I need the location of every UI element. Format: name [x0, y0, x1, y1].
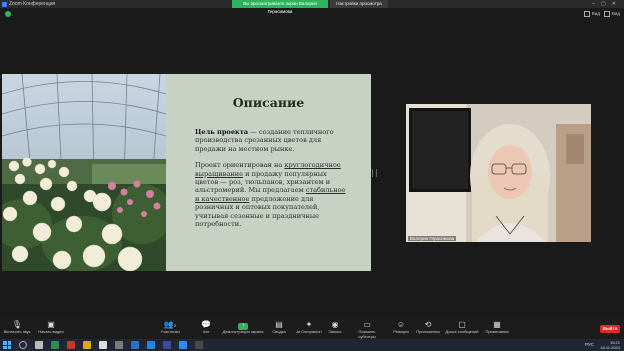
slide-paragraph-description: Проект ориентирован на круглогодичное вы… — [195, 161, 347, 228]
notes-icon: ▦ — [493, 320, 501, 329]
mic-label: Включить звук — [3, 329, 31, 334]
reactions-label: Реакции — [393, 329, 409, 334]
notes-label: Примечания — [485, 329, 509, 334]
greenhouse-roses-photo — [2, 74, 166, 271]
share-screen-button[interactable]: ↑ Демонстрация экрана — [222, 320, 264, 334]
goal-heading: Цель проекта — [195, 128, 249, 136]
share-label: Демонстрация экрана — [222, 329, 264, 334]
mic-button[interactable]: 🎙 Включить звук — [0, 320, 34, 334]
window-controls[interactable]: –▢✕ — [592, 0, 622, 8]
gallery-icon — [603, 11, 610, 17]
app-icon-3[interactable] — [99, 341, 107, 349]
browser-icon[interactable] — [147, 341, 155, 349]
record-icon: ◉ — [331, 320, 339, 329]
record-button[interactable]: ◉ Запись — [318, 320, 352, 334]
app-icon-1[interactable] — [51, 341, 59, 349]
description-part-1: Проект ориентирован на — [195, 161, 285, 170]
language-indicator[interactable]: РУС — [585, 342, 594, 347]
summary-label: Сводка — [272, 329, 286, 334]
window-titlebar: Zoom Конференция Вы просматриваете экран… — [0, 0, 624, 14]
view-settings-button[interactable]: Настройки просмотра — [330, 0, 388, 8]
clock-date: 18.11.2024 — [600, 345, 620, 350]
apps-button[interactable]: ⟲ Приложения — [411, 320, 445, 334]
summary-icon: ▤ — [275, 320, 283, 329]
message-board-button[interactable]: ▢ Доска сообщений — [445, 320, 479, 334]
file-explorer-icon[interactable] — [83, 341, 91, 349]
video-button[interactable]: ▣ Начать видео — [34, 320, 68, 334]
apps-label: Приложения — [416, 329, 440, 334]
zoom-logo-icon — [2, 1, 7, 7]
microphone-muted-icon: 🎙 — [11, 320, 23, 329]
clock[interactable]: 15:21 18.11.2024 — [600, 340, 620, 350]
zoom-icon[interactable] — [179, 341, 187, 349]
participants-count: 2 — [173, 323, 177, 328]
notes-button[interactable]: ▦ Примечания — [480, 320, 514, 334]
app-icon-4[interactable] — [115, 341, 123, 349]
search-icon[interactable] — [19, 341, 27, 349]
captions-button[interactable]: ▭ Показать субтитры — [350, 320, 384, 339]
participant-video-frame — [406, 104, 591, 242]
slide-title: Описание — [232, 95, 305, 110]
view-button[interactable]: Вид — [583, 11, 600, 17]
slide-body: Цель проекта — создание тепличного произ… — [195, 128, 347, 236]
whiteboard-icon: ▢ — [458, 320, 466, 329]
meeting-toolbar: 🎙 Включить звук ▣ Начать видео 👥2 Участники… — [0, 318, 624, 339]
participants-label: Участники — [160, 329, 180, 334]
participants-icon: 👥2 — [163, 320, 177, 329]
panel-resize-handle[interactable] — [372, 169, 377, 177]
encryption-shield-icon[interactable] — [5, 11, 11, 17]
screen-share-notice[interactable]: Вы просматриваете экран Валерия Герасимо… — [232, 0, 328, 14]
app-icon-2[interactable] — [67, 341, 75, 349]
gallery-view-button[interactable]: Вид — [603, 11, 620, 17]
app-icon-5[interactable] — [163, 341, 171, 349]
gallery-label: Вид — [611, 11, 620, 17]
camera-off-icon: ▣ — [47, 320, 55, 329]
waiting-label: Доска сообщений — [445, 329, 479, 334]
participant-name-label: Валерия Герасимова — [408, 236, 457, 241]
word-icon[interactable] — [131, 341, 139, 349]
slide-paragraph-goal: Цель проекта — создание тепличного произ… — [195, 128, 347, 153]
app-title: Zoom Конференция — [2, 0, 55, 8]
record-label: Запись — [328, 329, 342, 334]
view-icon — [583, 11, 590, 17]
captions-label: Показать субтитры — [358, 329, 376, 339]
app-title-text: Zoom Конференция — [9, 1, 56, 7]
task-view-icon[interactable] — [35, 341, 43, 349]
chat-label: Чат — [202, 329, 210, 334]
video-label: Начать видео — [38, 329, 64, 334]
summary-button[interactable]: ▤ Сводка — [262, 320, 296, 334]
chat-icon: 💬 — [201, 320, 211, 329]
participant-video-tile[interactable]: Валерия Герасимова — [406, 104, 591, 242]
chat-button[interactable]: 💬 Чат — [189, 320, 223, 334]
leave-button[interactable]: Выйти — [600, 325, 620, 333]
share-screen-icon: ↑ — [222, 320, 264, 330]
shared-screen-slide: Описание Цель проекта — создание тепличн… — [2, 74, 371, 271]
apps-icon: ⟲ — [424, 320, 432, 329]
windows-start-icon[interactable] — [3, 341, 11, 349]
captions-icon: ▭ — [363, 320, 371, 329]
os-taskbar: РУС 15:21 18.11.2024 — [0, 339, 624, 351]
app-icon-6[interactable] — [195, 341, 203, 349]
participants-button[interactable]: 👥2 Участники — [153, 320, 187, 334]
view-label: Вид — [591, 11, 600, 17]
